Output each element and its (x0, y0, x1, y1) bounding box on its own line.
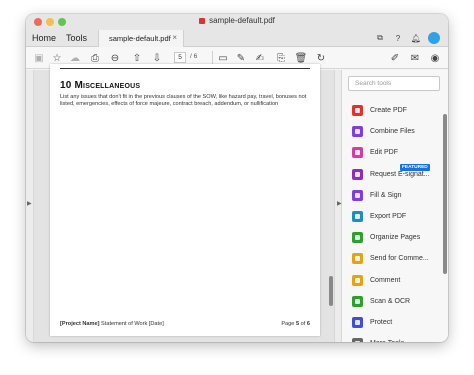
page-up-icon[interactable]: ⇧ (130, 51, 144, 65)
toolbar-divider (212, 51, 213, 65)
tool-item[interactable]: Send for Comme... (342, 248, 442, 269)
request-esign-icon (352, 168, 363, 180)
tool-label: Edit PDF (370, 149, 399, 157)
tool-item[interactable]: Fill & Sign (342, 185, 442, 206)
pdf-page: 10 Miscellaneous List any issues that do… (50, 64, 320, 336)
tool-item[interactable]: Create PDF (342, 100, 442, 121)
sign-icon[interactable]: ✍ (253, 51, 267, 65)
create-pdf-icon (352, 105, 363, 117)
upload-cloud-icon[interactable]: ☁ (68, 51, 82, 65)
tool-label: Create PDF (370, 107, 407, 115)
tool-label: Protect (370, 318, 393, 326)
page-total: / 6 (190, 53, 198, 60)
tools-list: Create PDF Combine Files Edit PDF Request E… (342, 100, 442, 342)
tab-tools[interactable]: Tools (66, 33, 87, 43)
tab-document[interactable]: sample-default.pdf × (98, 30, 184, 47)
notifications-bell-icon[interactable]: 🔔︎ (410, 32, 422, 44)
stamp-icon[interactable]: ⎘ (274, 51, 288, 65)
save-icon[interactable]: ▣ (32, 51, 46, 65)
section-title: Miscellaneous (74, 80, 141, 91)
page-footer: [Project Name] Statement of Work [Date] … (60, 321, 310, 327)
tool-item[interactable]: Combine Files (342, 121, 442, 142)
tab-home[interactable]: Home (32, 33, 56, 43)
help-icon[interactable]: ? (392, 32, 404, 44)
organize-pages-icon (352, 232, 363, 244)
page-number-input[interactable]: 5 (174, 52, 186, 63)
footer-of-text: of (300, 321, 306, 327)
comment-bubble-icon[interactable]: ▭ (216, 51, 230, 65)
footer-project-name: [Project Name] (60, 321, 100, 327)
document-scrollbar[interactable] (329, 276, 333, 306)
tab-bar: Home Tools sample-default.pdf × ⧉ ? 🔔︎ (26, 30, 448, 47)
section-heading: 10 Miscellaneous (60, 80, 140, 91)
tool-label: Organize Pages (370, 234, 421, 242)
footer-page-total: 6 (306, 321, 310, 327)
tool-label: Export PDF (370, 213, 407, 221)
pdf-file-icon (199, 18, 206, 24)
pen-icon[interactable]: ✎ (234, 51, 248, 65)
tool-item[interactable]: Scan & OCR (342, 291, 442, 312)
mail-icon[interactable]: ✉ (408, 51, 422, 65)
section-number: 10 (60, 80, 72, 91)
tool-label: Fill & Sign (370, 191, 402, 199)
document-viewer[interactable]: ▶ 10 Miscellaneous List any issues that … (26, 64, 339, 342)
avatar[interactable] (428, 32, 440, 44)
edit-pdf-icon (352, 147, 363, 159)
tool-item[interactable]: Comment (342, 270, 442, 291)
tool-label: More Tools (370, 340, 404, 342)
fill-sign-icon (352, 189, 363, 201)
app-window: sample-default.pdf Home Tools sample-def… (26, 14, 448, 342)
left-panel-toggle[interactable]: ▶ (26, 70, 34, 342)
bookmark-star-icon[interactable]: ☆ (50, 51, 64, 65)
header-rule (60, 68, 310, 69)
rotate-icon[interactable]: ↻ (314, 51, 328, 65)
print-icon[interactable]: ⎙ (88, 51, 102, 65)
tool-item[interactable]: Organize Pages (342, 227, 442, 248)
trash-icon[interactable]: 🗑︎ (294, 51, 308, 65)
tool-label: Combine Files (370, 128, 415, 136)
more-tools-icon (352, 338, 363, 342)
section-body: List any issues that don't fit in the pr… (60, 94, 307, 108)
account-add-icon[interactable]: ◉ (428, 51, 442, 65)
featured-badge: FEATURED (400, 163, 430, 171)
share-screen-icon[interactable]: ⧉ (374, 32, 386, 44)
window-title: sample-default.pdf (26, 16, 448, 25)
collapse-right-icon: ▶ (337, 201, 342, 207)
footer-page-prefix: Page (281, 321, 295, 327)
footer-page-info: Page 5 of 6 (281, 321, 310, 327)
tools-panel-scrollbar[interactable] (443, 114, 447, 274)
tool-label: Scan & OCR (370, 297, 411, 305)
tool-item[interactable]: More Tools (342, 333, 442, 342)
export-pdf-icon (352, 211, 363, 223)
tool-label: Request E-signat... (370, 170, 430, 178)
footer-left-text: Statement of Work [Date] (101, 321, 164, 327)
combine-files-icon (352, 126, 363, 138)
comment-icon (352, 274, 363, 286)
scan-ocr-icon (352, 295, 363, 307)
expand-right-icon: ▶ (27, 201, 32, 207)
tool-item[interactable]: Protect (342, 312, 442, 333)
window-title-text: sample-default.pdf (209, 16, 275, 25)
send-comment-icon (352, 253, 363, 265)
tools-panel: Search tools Create PDF Combine Files Edit… (342, 70, 448, 342)
zoom-out-icon[interactable]: ⊖ (108, 51, 122, 65)
search-tools-input[interactable]: Search tools (348, 76, 440, 91)
tool-label: Send for Comme... (370, 255, 429, 263)
highlight-pen-icon[interactable]: ✐ (388, 51, 402, 65)
tool-label: Comment (370, 276, 401, 284)
footer-page-num: 5 (295, 321, 300, 327)
protect-icon (352, 316, 363, 328)
tool-item[interactable]: Edit PDF (342, 142, 442, 163)
title-bar: sample-default.pdf (26, 14, 448, 30)
page-down-icon[interactable]: ⇩ (150, 51, 164, 65)
tool-item[interactable]: Request E-signat... FEATURED (342, 163, 442, 185)
close-tab-icon[interactable]: × (172, 33, 177, 42)
document-tab-label: sample-default.pdf (109, 34, 171, 43)
tool-item[interactable]: Export PDF (342, 206, 442, 227)
right-panel-toggle[interactable]: ▶ (334, 70, 342, 342)
